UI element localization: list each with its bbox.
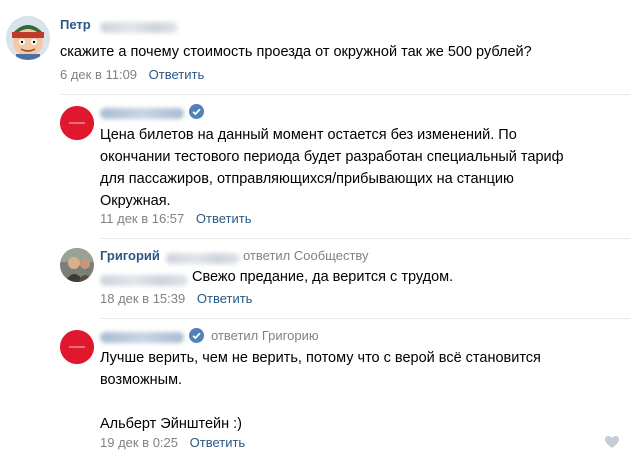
comment-text: Лучше верить, чем не верить, потому что …: [100, 347, 541, 435]
divider: [100, 238, 630, 239]
author-surname-blurred: [166, 253, 240, 264]
reply-button[interactable]: Ответить: [149, 67, 205, 82]
author-surname-blurred: [100, 22, 178, 33]
reply-to-label[interactable]: ответил Сообществу: [243, 248, 369, 263]
comment-text: Цена билетов на данный момент остается б…: [100, 124, 564, 212]
avatar-community[interactable]: [60, 106, 94, 140]
avatar-grigory[interactable]: [60, 248, 94, 282]
divider: [60, 94, 630, 95]
reply-to-label[interactable]: ответил Григорию: [211, 328, 319, 343]
reply-button[interactable]: Ответить: [196, 211, 252, 226]
comment-meta: 6 дек в 11:09 Ответить: [60, 67, 204, 82]
author-name[interactable]: Петр: [60, 17, 91, 32]
comment-meta: 19 дек в 0:25 Ответить: [100, 435, 245, 450]
comment-text-line: возможным.: [100, 372, 183, 388]
comment-meta: 18 дек в 15:39 Ответить: [100, 291, 252, 306]
comment-text-line: окончании тестового периода будет разраб…: [100, 149, 564, 165]
verified-checkmark-icon: [189, 104, 204, 119]
comment-date[interactable]: 11 дек в 16:57: [100, 211, 184, 226]
community-name-blurred: [100, 332, 184, 343]
comment-text-line: Цена билетов на данный момент остается б…: [100, 127, 517, 143]
verified-checkmark-icon: [189, 328, 204, 343]
avatar-petr[interactable]: [6, 16, 50, 60]
divider: [100, 318, 630, 319]
comment-text: скажите а почему стоимость проезда от ок…: [60, 44, 532, 60]
quoted-name-blurred: [100, 275, 188, 286]
comment-text: Свежо предание, да верится с трудом.: [192, 269, 454, 285]
reply-button[interactable]: Ответить: [197, 291, 253, 306]
heart-icon[interactable]: [604, 435, 620, 449]
community-name-blurred: [100, 108, 184, 119]
comment-text-line: Окружная.: [100, 193, 171, 209]
comment-text-line: [100, 391, 541, 413]
comment-date[interactable]: 18 дек в 15:39: [100, 291, 185, 306]
comment-meta: 11 дек в 16:57 Ответить: [100, 211, 251, 226]
comment-text-line: для пассажиров, отправляющихся/прибывающ…: [100, 171, 514, 187]
avatar-community[interactable]: [60, 330, 94, 364]
comment-date[interactable]: 19 дек в 0:25: [100, 435, 178, 450]
comment-text-line: Лучше верить, чем не верить, потому что …: [100, 350, 541, 366]
author-name[interactable]: Григорий: [100, 248, 160, 263]
reply-button[interactable]: Ответить: [190, 435, 246, 450]
comment-text-line: Альберт Эйнштейн :): [100, 416, 243, 432]
comment-date[interactable]: 6 дек в 11:09: [60, 67, 137, 82]
